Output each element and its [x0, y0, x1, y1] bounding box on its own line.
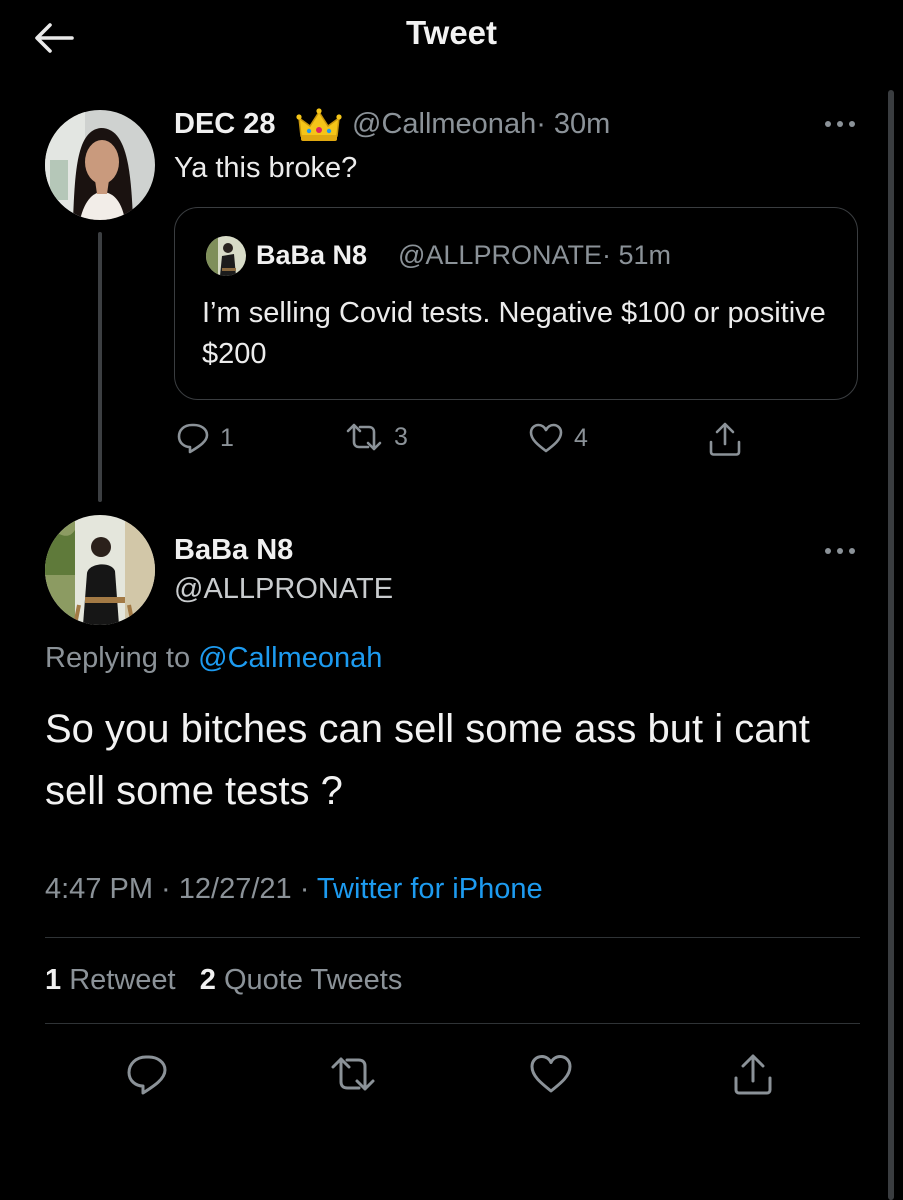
quote-tweets-stat[interactable]: 2 Quote Tweets	[200, 964, 403, 996]
author-handle[interactable]: @ALLPRONATE	[174, 573, 393, 606]
share-button[interactable]	[730, 1051, 776, 1097]
heart-icon	[530, 1055, 572, 1093]
tweet-time: · 30m	[536, 108, 611, 140]
quote-count: 2	[199, 964, 216, 996]
quoted-author-handle: @ALLPRONATE	[398, 240, 602, 270]
share-icon	[734, 1054, 772, 1095]
like-button[interactable]: 4	[528, 422, 588, 454]
tweet1-handle-line: @Callmeonah· 30m	[352, 108, 610, 141]
reply-button[interactable]	[124, 1051, 170, 1097]
tweet-text: Ya this broke?	[174, 152, 358, 184]
retweet-label: Retweet	[61, 964, 176, 996]
author-handle[interactable]: @Callmeonah	[352, 108, 536, 140]
quoted-tweet-text: I’m selling Covid tests. Negative $100 o…	[202, 297, 826, 370]
retweet-icon	[331, 1057, 375, 1091]
author-name[interactable]: DEC 28	[174, 108, 276, 141]
quoted-author-name: BaBa N8	[256, 240, 368, 270]
page-title: Tweet	[405, 14, 498, 51]
share-icon	[709, 422, 741, 456]
avatar-allpronate-small	[206, 236, 246, 276]
tweet-text: So you bitches can sell some ass but i c…	[45, 707, 810, 813]
replying-to-handle-link[interactable]: @Callmeonah	[198, 642, 382, 674]
quote-label: Quote Tweets	[215, 964, 403, 996]
retweet-count: 3	[394, 422, 408, 451]
retweet-count: 1	[45, 964, 62, 996]
tweet-time: 4:47 PM	[45, 873, 153, 905]
more-options-icon[interactable]	[822, 114, 858, 134]
quoted-tweet-time: · 51m	[601, 240, 671, 270]
reply-count: 1	[220, 423, 234, 452]
replying-to: Replying to @Callmeonah	[45, 642, 382, 675]
more-options-icon[interactable]	[822, 541, 858, 561]
retweet-button[interactable]: 3	[344, 422, 408, 452]
tweet-date: 12/27/21	[178, 873, 292, 905]
quoted-handle-line: @ALLPRONATE· 51m	[398, 240, 671, 271]
heart-icon	[529, 423, 563, 453]
retweet-button[interactable]	[328, 1051, 375, 1097]
crown-emoji-icon	[296, 106, 342, 144]
reply-icon	[177, 423, 209, 454]
retweet-icon	[346, 423, 382, 451]
tweet-source-link[interactable]: Twitter for iPhone	[317, 873, 543, 905]
retweets-stat[interactable]: 1 Retweet	[45, 964, 176, 996]
author-name[interactable]: BaBa N8	[174, 534, 293, 567]
like-button[interactable]	[528, 1051, 574, 1097]
separator-dot: ·	[153, 873, 179, 905]
avatar-allpronate[interactable]	[45, 515, 155, 625]
thread-connector-line	[98, 232, 102, 502]
divider	[45, 937, 860, 938]
engagement-stats: 1 Retweet 2 Quote Tweets	[45, 964, 402, 997]
share-button[interactable]	[706, 420, 744, 458]
avatar-callmeonah[interactable]	[45, 110, 155, 220]
scrollbar[interactable]	[888, 90, 894, 1200]
reply-button[interactable]: 1	[176, 422, 234, 454]
reply-icon	[127, 1055, 167, 1095]
divider	[45, 1023, 860, 1024]
like-count: 4	[574, 423, 588, 452]
separator-dot: ·	[291, 873, 317, 905]
tweet-metadata: 4:47 PM · 12/27/21 · Twitter for iPhone	[45, 873, 543, 906]
replying-to-label: Replying to	[45, 642, 191, 674]
